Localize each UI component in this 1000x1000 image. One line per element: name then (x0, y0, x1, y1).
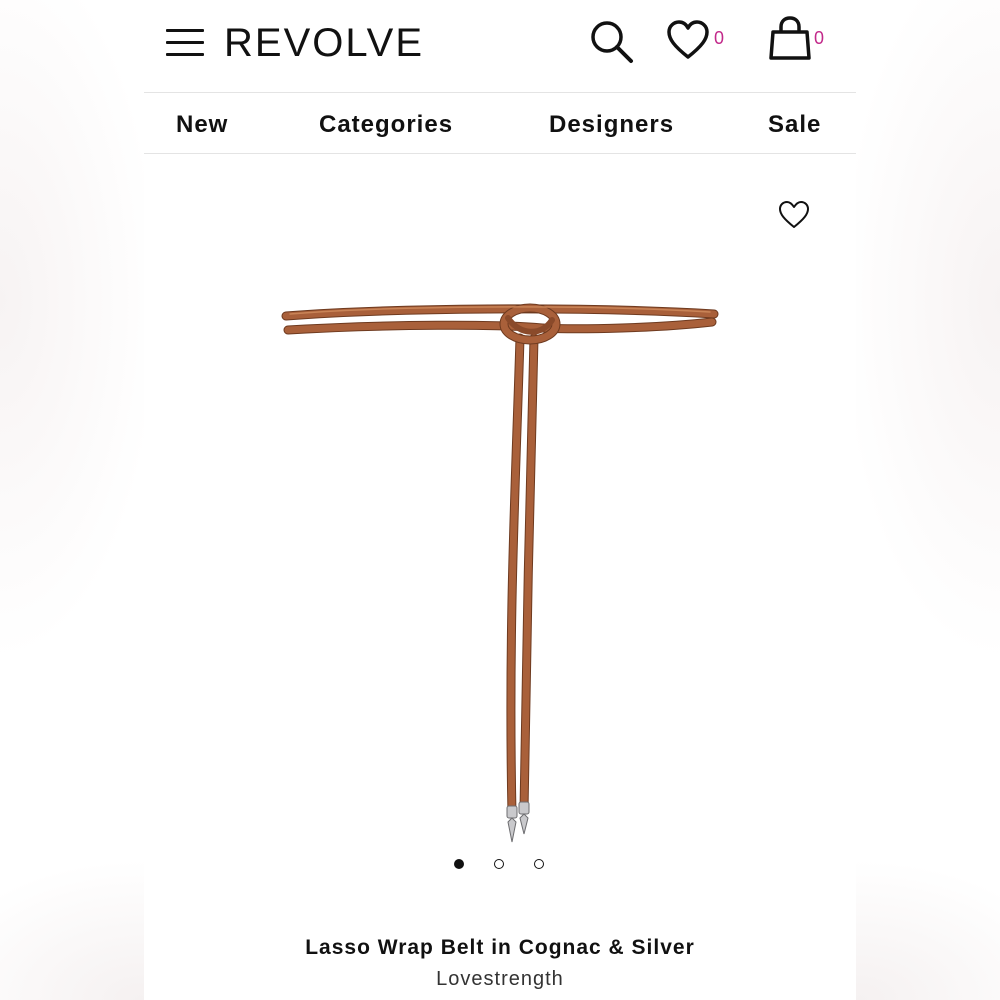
hamburger-menu-icon[interactable] (164, 26, 206, 60)
gallery-dot-1[interactable] (454, 859, 464, 869)
mobile-page: REVOLVE 0 0 New Categories Designers Sal… (144, 0, 856, 1000)
product-image-gallery[interactable] (144, 154, 856, 914)
heart-outline-icon (779, 201, 809, 228)
heart-icon (667, 20, 709, 59)
nav-categories[interactable]: Categories (319, 111, 453, 139)
gallery-pagination (144, 856, 856, 872)
gallery-dot-3[interactable] (534, 859, 544, 869)
product-image (281, 303, 719, 843)
product-brand[interactable]: Lovestrength (144, 965, 856, 993)
product-info: Lasso Wrap Belt in Cognac & Silver Loves… (144, 934, 856, 993)
nav-sale[interactable]: Sale (768, 111, 821, 139)
site-header: REVOLVE 0 0 (144, 0, 856, 93)
site-logo[interactable]: REVOLVE (224, 18, 424, 68)
shopping-bag-button[interactable]: 0 (768, 16, 824, 67)
bag-count: 0 (814, 28, 825, 48)
search-icon[interactable] (588, 18, 634, 69)
wishlist-button[interactable]: 0 (666, 20, 724, 65)
category-nav: New Categories Designers Sale (144, 93, 856, 154)
add-to-favorites-button[interactable] (778, 200, 810, 235)
shopping-bag-icon (769, 16, 811, 60)
gallery-dot-2[interactable] (494, 859, 504, 869)
nav-designers[interactable]: Designers (549, 111, 674, 139)
wishlist-count: 0 (714, 28, 725, 48)
nav-new[interactable]: New (176, 111, 228, 139)
product-name: Lasso Wrap Belt in Cognac & Silver (305, 936, 695, 959)
